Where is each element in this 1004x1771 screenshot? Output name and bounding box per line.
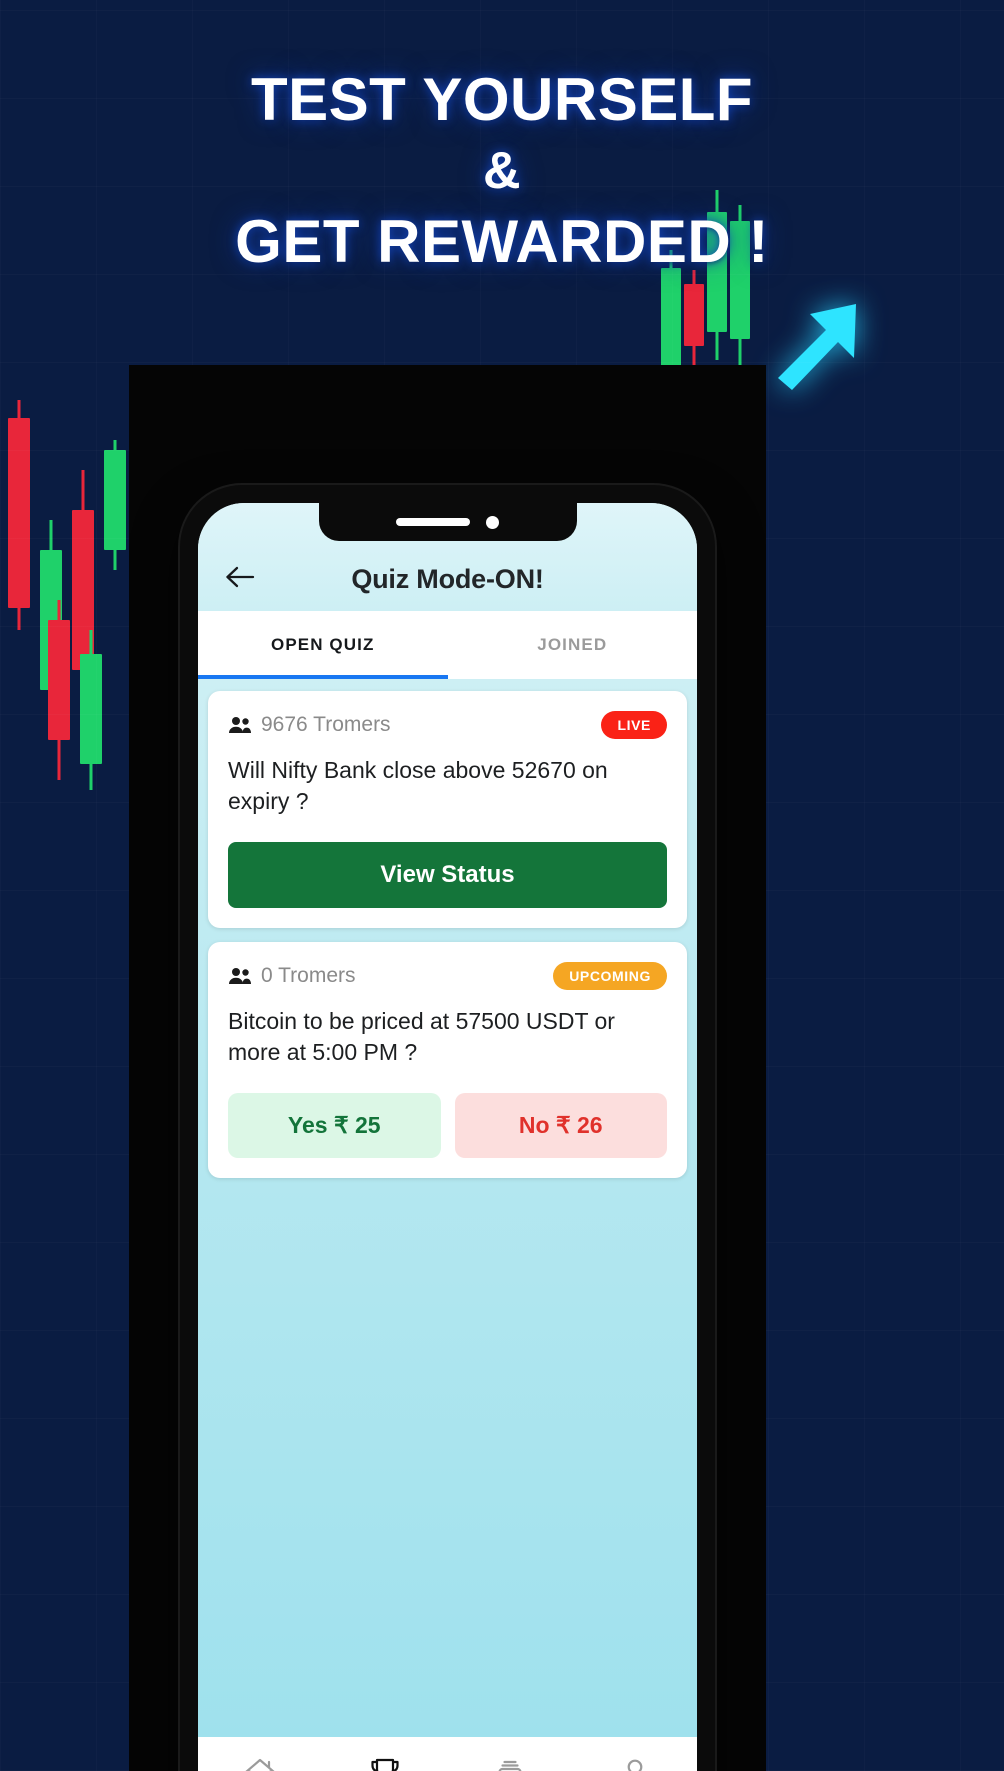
people-icon [228, 967, 252, 985]
tab-joined[interactable]: JOINED [448, 611, 698, 679]
back-button[interactable] [220, 557, 260, 597]
participants-label: 9676 Tromers [261, 713, 391, 736]
candlestick [684, 270, 704, 380]
people-icon [228, 716, 252, 734]
quiz-card[interactable]: 0 Tromers UPCOMING Bitcoin to be priced … [208, 942, 687, 1179]
trophy-icon [368, 1757, 402, 1771]
participants-label: 0 Tromers [261, 964, 356, 988]
candlestick [80, 630, 102, 790]
quiz-choice-row: Yes ₹ 25 No ₹ 26 [228, 1093, 667, 1159]
view-status-button[interactable]: View Status [228, 842, 667, 909]
nav-item-community[interactable]: Community [448, 1757, 573, 1771]
quiz-card-header: 0 Tromers UPCOMING [228, 962, 667, 991]
nav-item-profile[interactable]: Profile [572, 1757, 697, 1771]
nav-item-quizes[interactable]: Quizes [323, 1757, 448, 1771]
candlestick [104, 440, 126, 570]
tab-open-quiz[interactable]: OPEN QUIZ [198, 611, 448, 679]
candlestick [48, 600, 70, 780]
choice-no-button[interactable]: No ₹ 26 [454, 1093, 667, 1159]
person-icon [618, 1757, 652, 1771]
page-title: Quiz Mode-ON! [351, 564, 544, 594]
earpiece-speaker [396, 518, 470, 526]
tab-open-quiz-label: OPEN QUIZ [271, 635, 375, 654]
phone-screen: Quiz Mode-ON! OPEN QUIZ JOINED 9676 Trom… [198, 503, 697, 1771]
participants-count: 0 Tromers [228, 964, 356, 988]
up-arrow-icon [778, 304, 856, 390]
quiz-tab-bar: OPEN QUIZ JOINED [198, 611, 697, 679]
device-stage: Quiz Mode-ON! OPEN QUIZ JOINED 9676 Trom… [129, 365, 766, 1771]
quiz-card[interactable]: 9676 Tromers LIVE Will Nifty Bank close … [208, 691, 687, 929]
home-icon [243, 1757, 277, 1771]
phone-notch [318, 503, 577, 541]
candlestick [8, 400, 30, 630]
promo-headline: TEST YOURSELF & GET REWARDED ! [0, 60, 1004, 282]
participants-count: 9676 Tromers [228, 713, 391, 737]
candlestick [72, 470, 94, 730]
phone-device: Quiz Mode-ON! OPEN QUIZ JOINED 9676 Trom… [180, 485, 715, 1771]
cards-icon [493, 1757, 527, 1771]
arrow-left-icon [226, 566, 255, 588]
tab-joined-label: JOINED [537, 635, 608, 654]
quiz-question: Bitcoin to be priced at 57500 USDT or mo… [228, 1008, 615, 1065]
status-badge-upcoming: UPCOMING [553, 962, 667, 991]
promo-line-3: GET REWARDED ! [235, 208, 769, 275]
quiz-question: Will Nifty Bank close above 52670 on exp… [228, 757, 608, 814]
nav-item-home[interactable]: Home [198, 1757, 323, 1771]
quiz-list: 9676 Tromers LIVE Will Nifty Bank close … [198, 679, 697, 1737]
front-camera [486, 515, 499, 529]
promo-line-1: TEST YOURSELF [250, 66, 754, 133]
choice-yes-button[interactable]: Yes ₹ 25 [228, 1093, 441, 1159]
bottom-navigation: Home Quizes [198, 1737, 697, 1771]
quiz-card-header: 9676 Tromers LIVE [228, 711, 667, 739]
promo-line-2: & [482, 142, 522, 200]
status-badge-live: LIVE [601, 711, 667, 739]
candlestick [40, 520, 62, 720]
